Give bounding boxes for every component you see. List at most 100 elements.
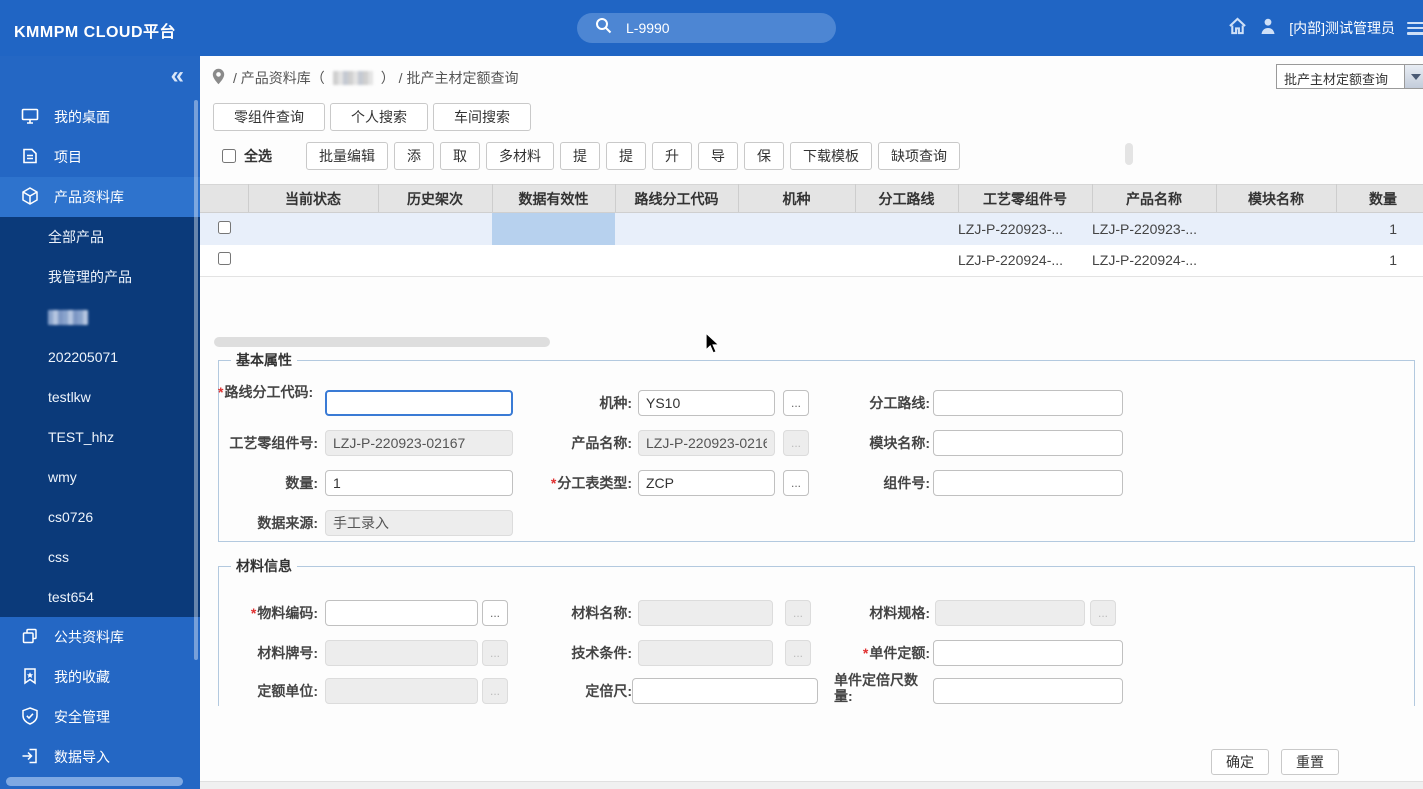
- sidebar-item-label: 我的桌面: [54, 107, 110, 127]
- search-input[interactable]: L-9990: [626, 20, 670, 36]
- sidebar-subitem-all-products[interactable]: 全部产品: [0, 217, 200, 257]
- sidebar-item-public-library[interactable]: 公共资料库: [0, 617, 200, 657]
- confirm-button[interactable]: 确定: [1211, 749, 1269, 775]
- submit-button-1[interactable]: 提: [560, 142, 600, 170]
- sidebar-subitem[interactable]: css: [0, 537, 200, 577]
- field-label: *物料编码:: [218, 605, 318, 621]
- sidebar-subitem[interactable]: wmy: [0, 457, 200, 497]
- field-label: *路线分工代码:: [218, 384, 318, 400]
- field-label: 数据来源:: [218, 515, 318, 531]
- col-division-route: 分工路线: [855, 185, 958, 213]
- fetch-button[interactable]: 取: [440, 142, 480, 170]
- sidebar-subitem[interactable]: testlkw: [0, 377, 200, 417]
- upgrade-button[interactable]: 升: [652, 142, 692, 170]
- reset-button[interactable]: 重置: [1281, 749, 1339, 775]
- submit-button-2[interactable]: 提: [606, 142, 646, 170]
- redacted-text: [333, 71, 373, 85]
- sidebar-item-data-import[interactable]: 数据导入: [0, 737, 200, 777]
- machine-type-picker-button[interactable]: ...: [783, 390, 809, 416]
- tab-part-query[interactable]: 零组件查询: [213, 103, 325, 131]
- unit-fixed-qty-input[interactable]: [933, 678, 1123, 704]
- user-icon[interactable]: [1259, 17, 1277, 40]
- sidebar-item-projects[interactable]: 项目: [0, 137, 200, 177]
- current-user-label[interactable]: [内部]测试管理员: [1289, 18, 1395, 38]
- sidebar-collapse-icon[interactable]: «: [171, 62, 184, 90]
- save-button[interactable]: 保: [744, 142, 784, 170]
- sidebar-item-desktop[interactable]: 我的桌面: [0, 97, 200, 137]
- table-type-input[interactable]: [638, 470, 775, 496]
- global-search[interactable]: L-9990: [577, 13, 836, 43]
- material-spec-input: [935, 600, 1085, 626]
- module-name-input[interactable]: [933, 430, 1123, 456]
- tab-personal-search[interactable]: 个人搜索: [330, 103, 428, 131]
- sidebar-item-product-library[interactable]: 产品资料库: [0, 177, 200, 217]
- batch-edit-button[interactable]: 批量编辑: [306, 142, 388, 170]
- field-label: 定倍尺:: [532, 683, 632, 699]
- material-spec-picker-button: ...: [1090, 600, 1116, 626]
- selected-cell[interactable]: [492, 213, 615, 245]
- division-route-input[interactable]: [933, 390, 1123, 416]
- product-name-input: [638, 430, 775, 456]
- field-label: 技术条件:: [532, 645, 632, 661]
- qty-input[interactable]: [325, 470, 513, 496]
- layers-icon: [20, 626, 40, 649]
- multi-material-button[interactable]: 多材料: [486, 142, 554, 170]
- home-icon[interactable]: [1228, 17, 1247, 40]
- field-label: *分工表类型:: [532, 475, 632, 491]
- bottom-scrollbar-track[interactable]: [200, 781, 1423, 789]
- sidebar-vertical-scrollbar[interactable]: [194, 100, 198, 660]
- sidebar-item-label: 项目: [54, 147, 82, 167]
- sidebar-subitem[interactable]: 202205071: [0, 337, 200, 377]
- chevron-down-icon[interactable]: [1404, 65, 1423, 88]
- import-icon: [20, 746, 40, 769]
- sidebar-subitem[interactable]: cs0726: [0, 497, 200, 537]
- tech-condition-input: [638, 640, 773, 666]
- mini-vertical-scrollbar[interactable]: [1125, 143, 1133, 165]
- sidebar-item-favorites[interactable]: 我的收藏: [0, 657, 200, 697]
- field-label: 工艺零组件号:: [218, 435, 318, 451]
- field-label: 组件号:: [830, 475, 930, 491]
- table-row[interactable]: LZJ-P-220924-... LZJ-P-220924-... 1: [200, 245, 1423, 277]
- sidebar-subitem-redacted[interactable]: [0, 297, 200, 337]
- material-code-picker-button[interactable]: ...: [482, 600, 508, 626]
- material-name-input: [638, 600, 773, 626]
- field-label: 单件定倍尺数量:: [834, 672, 930, 704]
- machine-type-input[interactable]: [638, 390, 775, 416]
- top-bar: KMMPM CLOUD平台 L-9990 [内部]测试管理员: [0, 0, 1423, 56]
- route-code-input[interactable]: [325, 390, 513, 416]
- sidebar-subitem[interactable]: TEST_hhz: [0, 417, 200, 457]
- sidebar-item-security[interactable]: 安全管理: [0, 697, 200, 737]
- component-no-input[interactable]: [933, 470, 1123, 496]
- missing-item-query-button[interactable]: 缺项查询: [878, 142, 960, 170]
- data-source-input: [325, 510, 513, 536]
- group-title: 材料信息: [231, 556, 297, 576]
- tab-workshop-search[interactable]: 车间搜索: [433, 103, 531, 131]
- download-template-button[interactable]: 下载模板: [790, 142, 872, 170]
- row-checkbox[interactable]: [218, 252, 231, 265]
- table-row[interactable]: LZJ-P-220923-... LZJ-P-220923-... 1: [200, 213, 1423, 245]
- cell-part-no: LZJ-P-220923-...: [958, 213, 1092, 245]
- sidebar-subitem-my-products[interactable]: 我管理的产品: [0, 257, 200, 297]
- sidebar-item-label: 公共资料库: [54, 627, 124, 647]
- sidebar-item-label: 数据导入: [54, 747, 110, 767]
- fixed-length-input[interactable]: [632, 678, 818, 704]
- export-button[interactable]: 导: [698, 142, 738, 170]
- page-select[interactable]: 批产主材定额查询: [1276, 64, 1423, 89]
- sidebar-horizontal-scrollbar[interactable]: [6, 777, 183, 786]
- select-all-checkbox[interactable]: [222, 149, 236, 163]
- material-grade-input: [325, 640, 478, 666]
- redacted-text: [48, 310, 88, 325]
- field-label: 材料规格:: [830, 605, 930, 621]
- field-label: 数量:: [218, 475, 318, 491]
- table-type-picker-button[interactable]: ...: [783, 470, 809, 496]
- row-checkbox[interactable]: [218, 221, 231, 234]
- sidebar-subitem[interactable]: test654: [0, 577, 200, 617]
- menu-icon[interactable]: [1407, 22, 1423, 35]
- col-product-name: 产品名称: [1092, 185, 1216, 213]
- header-checkbox-cell: [200, 185, 248, 213]
- unit-quota-input[interactable]: [933, 640, 1123, 666]
- material-code-input[interactable]: [325, 600, 478, 626]
- add-button[interactable]: 添: [394, 142, 434, 170]
- field-label: 定额单位:: [218, 683, 318, 699]
- field-label: 分工路线:: [830, 395, 930, 411]
